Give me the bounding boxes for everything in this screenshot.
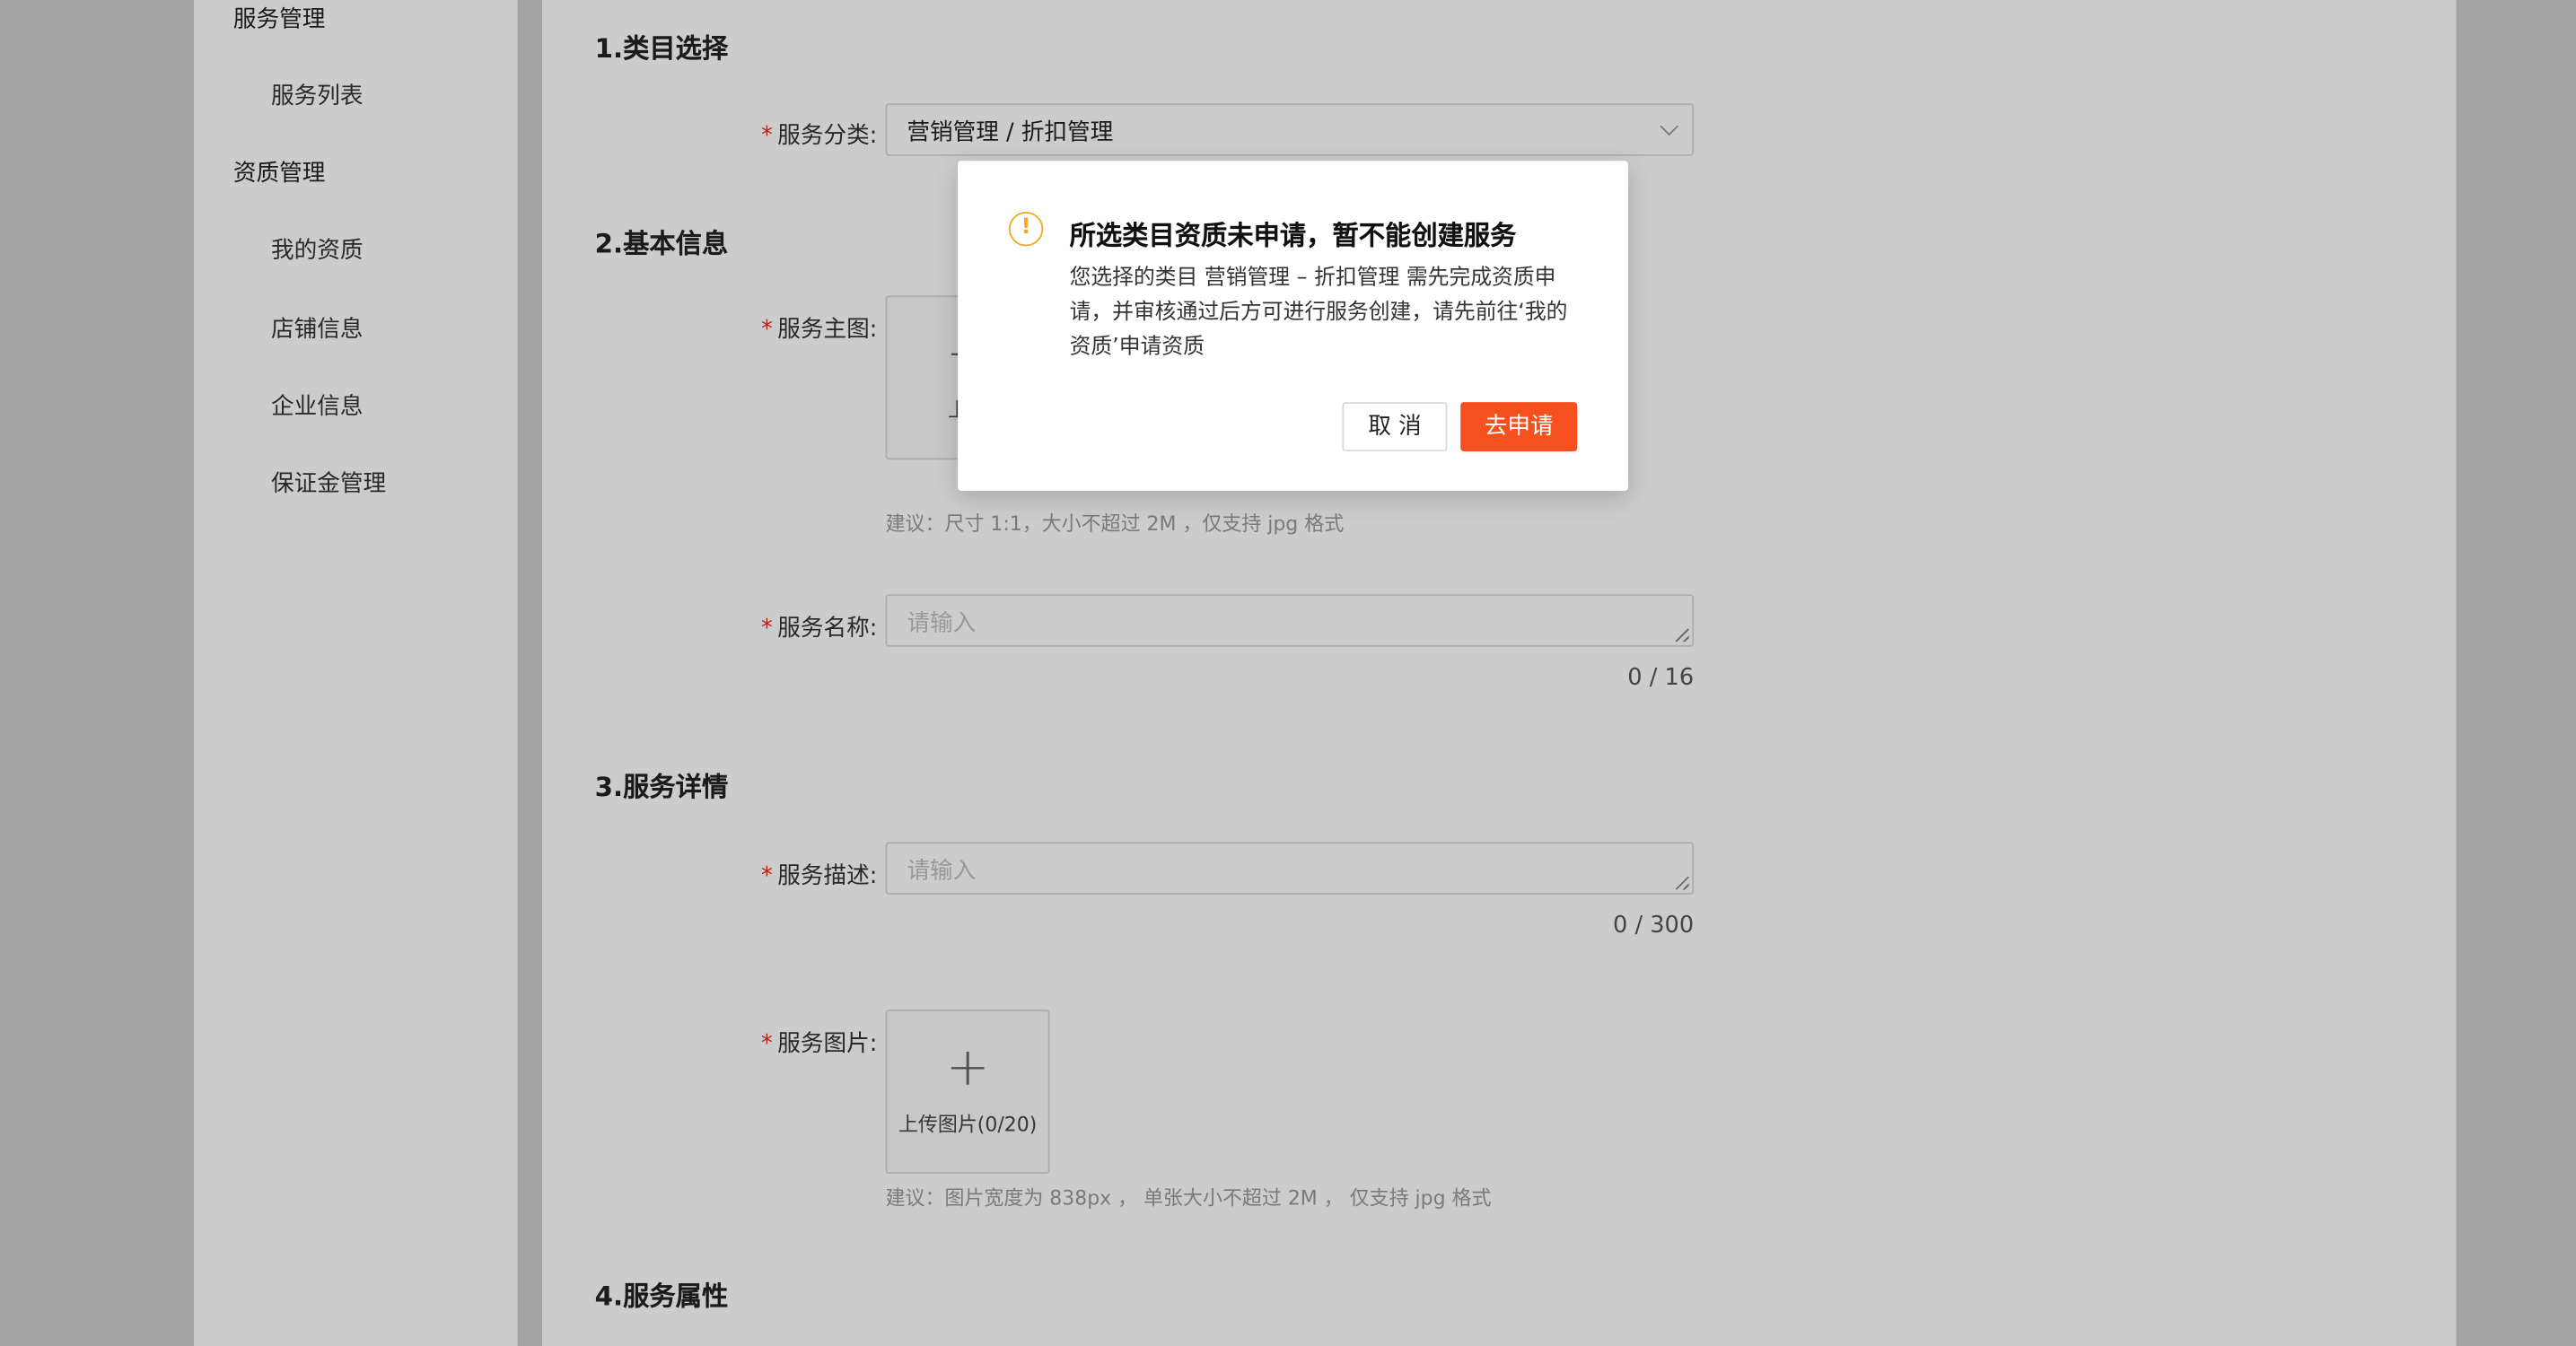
warning-circle-icon: ! — [1008, 211, 1044, 247]
modal-body: 您选择的类目 营销管理 – 折扣管理 需先完成资质申请，并审核通过后方可进行服务… — [1069, 266, 1568, 360]
cancel-button[interactable]: 取 消 — [1342, 402, 1448, 452]
apply-button[interactable]: 去申请 — [1460, 402, 1578, 452]
modal-title: 所选类目资质未申请，暂不能创建服务 — [1069, 220, 1517, 251]
confirm-modal: ! 所选类目资质未申请，暂不能创建服务 您选择的类目 营销管理 – 折扣管理 需… — [958, 161, 1628, 491]
page: 服务管理 服务列表 资质管理 我的资质 店铺信息 企业信息 保证金管理 1.类目… — [0, 0, 2576, 1346]
